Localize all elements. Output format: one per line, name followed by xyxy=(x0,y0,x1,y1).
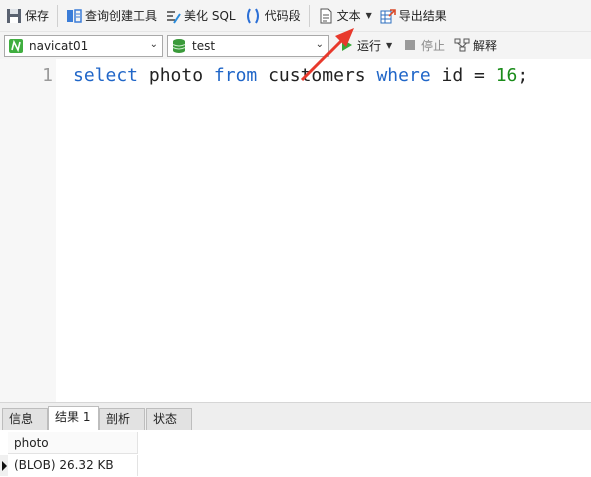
sql-editor[interactable]: 1 select photo from customers where id =… xyxy=(0,28,591,402)
number-literal: 16 xyxy=(495,65,518,86)
beautify-sql-button[interactable]: 美化 SQL xyxy=(161,4,240,28)
statement-terminator: ; xyxy=(517,65,529,86)
tab-result-1[interactable]: 结果 1 xyxy=(48,406,99,431)
column-header-photo[interactable]: photo xyxy=(8,432,138,454)
stop-button[interactable]: 停止 xyxy=(398,33,449,57)
stop-icon xyxy=(402,37,418,53)
keyword-select: select xyxy=(73,65,139,86)
explain-label: 解释 xyxy=(473,38,498,53)
save-label: 保存 xyxy=(25,9,50,23)
result-grid: photo (BLOB) 26.32 KB xyxy=(0,430,591,477)
code-snippet-button[interactable]: 代码段 xyxy=(240,4,305,28)
annotation-arrow-icon xyxy=(300,28,354,82)
current-row-icon xyxy=(2,461,7,471)
tab-profile[interactable]: 剖析 xyxy=(99,408,145,430)
query-builder-label: 查询创建工具 xyxy=(85,9,158,23)
query-builder-icon xyxy=(66,8,82,24)
code-snippet-label: 代码段 xyxy=(264,9,301,23)
export-results-button[interactable]: 导出结果 xyxy=(376,4,451,28)
connection-name: navicat01 xyxy=(29,39,89,53)
line-number: 1 xyxy=(42,65,53,86)
text-icon xyxy=(318,8,334,24)
identifier-photo: photo xyxy=(138,65,214,86)
beautify-icon xyxy=(165,8,181,24)
tab-status[interactable]: 状态 xyxy=(146,408,192,430)
connection-select[interactable]: navicat01 ⌄ xyxy=(4,35,163,57)
explain-icon xyxy=(454,37,470,53)
export-icon xyxy=(380,8,396,24)
keyword-from: from xyxy=(213,65,258,86)
save-button[interactable]: 保存 xyxy=(2,4,53,28)
table-row[interactable]: (BLOB) 26.32 KB xyxy=(8,455,138,476)
run-dropdown-icon[interactable]: ▼ xyxy=(386,41,392,50)
database-name: test xyxy=(192,39,216,53)
export-results-label: 导出结果 xyxy=(398,9,447,23)
result-tabs: 信息 结果 1 剖析 状态 xyxy=(0,402,591,431)
stop-label: 停止 xyxy=(421,38,446,53)
line-number-gutter: 1 xyxy=(0,59,56,402)
keyword-where: where xyxy=(376,65,431,86)
toolbar-divider xyxy=(57,4,59,27)
tab-info[interactable]: 信息 xyxy=(2,408,48,430)
code-snippet-icon xyxy=(244,8,262,24)
connection-icon xyxy=(8,38,24,54)
database-icon xyxy=(171,38,187,54)
text-label: 文本 xyxy=(336,9,361,23)
chevron-down-icon[interactable]: ⌄ xyxy=(150,39,158,50)
save-icon xyxy=(6,8,22,24)
explain-button[interactable]: 解释 xyxy=(450,33,501,57)
condition-id: id = xyxy=(430,65,496,86)
text-dropdown-icon[interactable]: ▼ xyxy=(366,11,372,20)
query-builder-button[interactable]: 查询创建工具 xyxy=(62,4,161,28)
beautify-sql-label: 美化 SQL xyxy=(184,9,236,23)
